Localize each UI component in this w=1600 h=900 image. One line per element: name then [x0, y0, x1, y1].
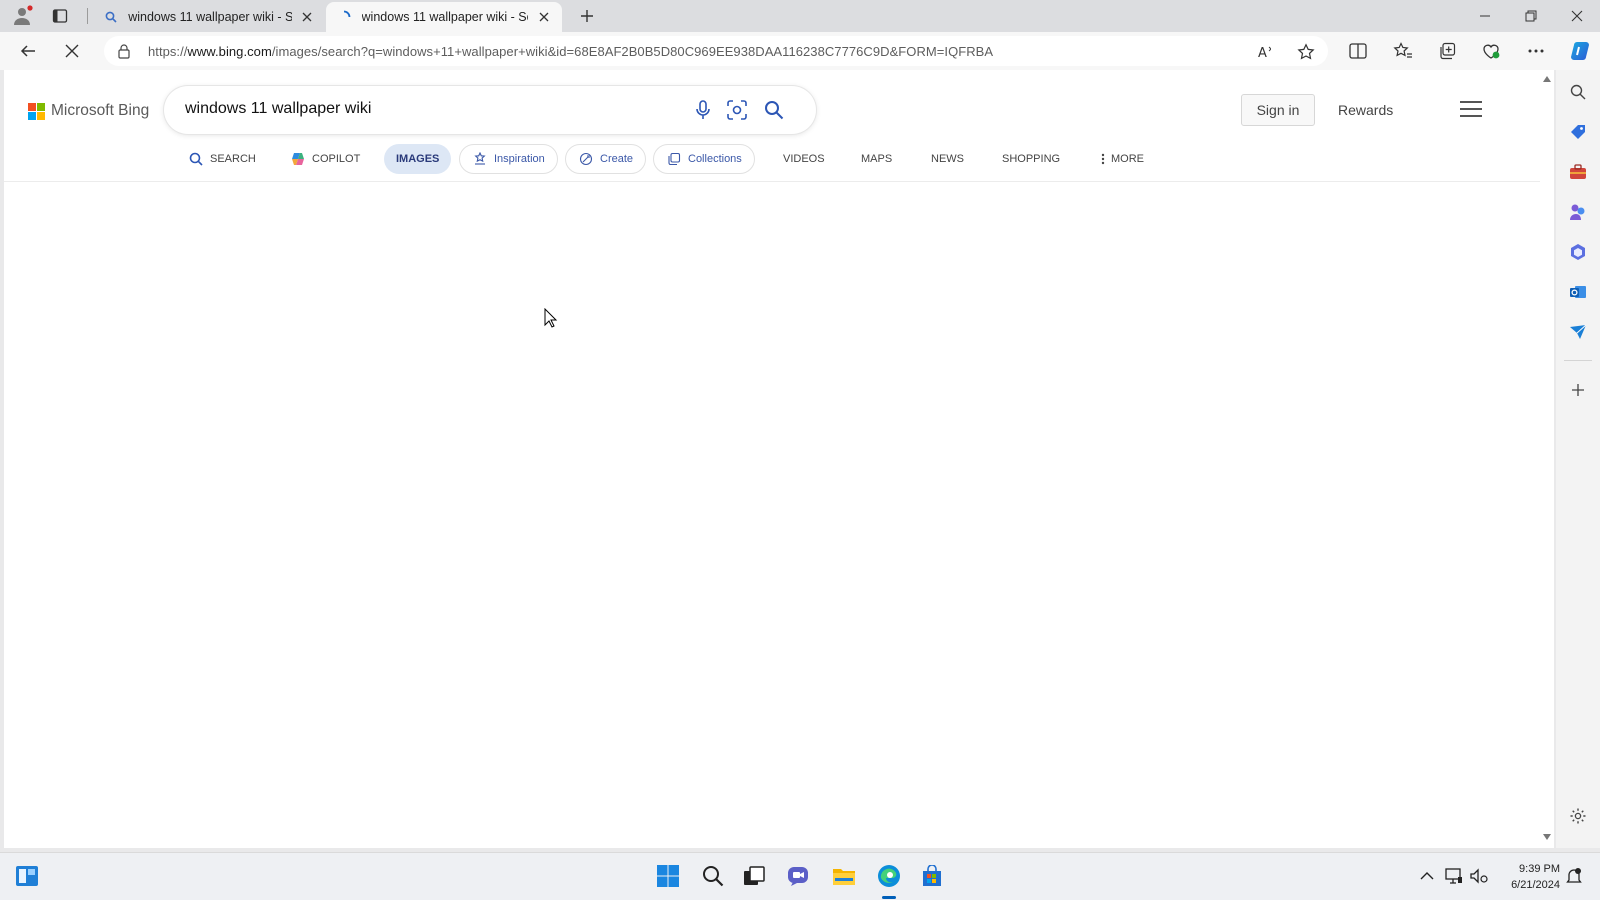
shopping-tag-icon[interactable]: [1568, 122, 1588, 142]
lock-icon[interactable]: [116, 43, 132, 59]
add-sidebar-app-icon[interactable]: [1568, 380, 1588, 400]
sidebar-search-icon[interactable]: [1568, 82, 1588, 102]
address-bar[interactable]: https://www.bing.com/images/search?q=win…: [104, 36, 1328, 66]
windows-taskbar: 9:39 PM 6/21/2024: [0, 852, 1600, 900]
taskbar-search-icon[interactable]: [700, 863, 726, 889]
nav-copilot[interactable]: COPILOT: [290, 144, 360, 174]
nav-inspiration[interactable]: Inspiration: [459, 144, 558, 174]
games-icon[interactable]: [1568, 202, 1588, 222]
browser-essentials-icon[interactable]: [1481, 41, 1501, 61]
close-tab-icon[interactable]: [300, 9, 315, 25]
profile-icon[interactable]: [10, 4, 34, 28]
bing-search-icon: [103, 9, 118, 25]
inspiration-icon: [472, 151, 488, 167]
start-windows-icon[interactable]: [655, 863, 681, 889]
bing-logo-text: Microsoft Bing: [51, 102, 150, 119]
hamburger-menu-icon[interactable]: [1460, 101, 1482, 119]
nav-news[interactable]: NEWS: [931, 144, 964, 174]
task-view-icon[interactable]: [741, 863, 767, 889]
svg-text:A: A: [1258, 46, 1267, 60]
sidebar-divider: [1564, 360, 1592, 361]
more-menu-icon[interactable]: [1526, 41, 1546, 61]
tab-separator: [87, 8, 88, 24]
bing-page: Microsoft Bing windows 11 wallpaper wiki…: [4, 70, 1554, 848]
url-text[interactable]: https://www.bing.com/images/search?q=win…: [148, 44, 993, 59]
restore-button[interactable]: [1508, 0, 1554, 32]
create-icon: [578, 151, 594, 167]
scroll-down-icon[interactable]: [1543, 834, 1551, 840]
bing-scope-bar: SEARCH COPILOT IMAGES Inspiration Create…: [4, 140, 1554, 182]
close-window-button[interactable]: [1554, 0, 1600, 32]
sound-icon[interactable]: [1470, 867, 1488, 885]
clock-time: 9:39 PM: [1519, 863, 1560, 875]
microsoft-365-icon[interactable]: [1568, 242, 1588, 262]
tools-toolbox-icon[interactable]: [1568, 162, 1588, 182]
search-icon: [188, 151, 204, 167]
nav-shopping[interactable]: SHOPPING: [1002, 144, 1060, 174]
tab-inactive[interactable]: windows 11 wallpaper wiki - Search: [93, 2, 325, 32]
nav-maps[interactable]: MAPS: [861, 144, 892, 174]
nav-videos[interactable]: VIDEOS: [783, 144, 825, 174]
drop-send-icon[interactable]: [1568, 322, 1588, 342]
edge-sidebar: [1556, 70, 1600, 848]
tab-title: windows 11 wallpaper wiki - Search: [128, 10, 292, 24]
search-box[interactable]: windows 11 wallpaper wiki: [164, 86, 816, 134]
back-button[interactable]: [14, 37, 42, 65]
title-bar: windows 11 wallpaper wiki - Search windo…: [0, 0, 1600, 32]
teams-chat-icon[interactable]: [786, 863, 812, 889]
visual-search-icon[interactable]: [726, 99, 748, 121]
nav-create[interactable]: Create: [565, 144, 647, 174]
sidebar-settings-gear-icon[interactable]: [1568, 806, 1588, 826]
copilot-nav-icon: [290, 151, 306, 167]
nav-images[interactable]: IMAGES: [384, 144, 452, 174]
minimize-button[interactable]: [1462, 0, 1508, 32]
loading-spinner-icon: [336, 9, 352, 25]
page-scrollbar[interactable]: [1540, 70, 1554, 848]
split-screen-icon[interactable]: [1348, 41, 1368, 61]
close-tab-icon[interactable]: [536, 9, 552, 25]
more-vertical-icon: [1099, 151, 1107, 167]
search-input[interactable]: windows 11 wallpaper wiki: [185, 100, 371, 118]
collections-icon[interactable]: [1437, 41, 1457, 61]
system-clock[interactable]: 9:39 PM 6/21/2024: [1492, 861, 1560, 893]
sign-in-button[interactable]: Sign in: [1241, 94, 1315, 126]
show-hidden-icons-chevron-icon[interactable]: [1418, 867, 1436, 885]
tab-title: windows 11 wallpaper wiki - Search: [361, 10, 529, 24]
copilot-icon[interactable]: [1568, 39, 1592, 63]
notifications-bell-icon[interactable]: [1565, 867, 1583, 885]
bing-logo[interactable]: Microsoft Bing: [28, 102, 149, 120]
scroll-up-icon[interactable]: [1543, 76, 1551, 82]
tab-active[interactable]: windows 11 wallpaper wiki - Search: [326, 2, 562, 32]
tab-actions-icon[interactable]: [48, 4, 72, 28]
microsoft-logo-icon: [28, 102, 45, 120]
file-explorer-icon[interactable]: [831, 863, 857, 889]
collections-nav-icon: [666, 151, 682, 167]
outlook-icon[interactable]: [1568, 282, 1588, 302]
read-aloud-icon[interactable]: A: [1258, 43, 1276, 61]
nav-more[interactable]: MORE: [1099, 144, 1144, 174]
favorite-star-icon[interactable]: [1297, 43, 1315, 61]
network-display-icon[interactable]: [1445, 867, 1463, 885]
active-app-indicator: [882, 896, 896, 899]
clock-date: 6/21/2024: [1511, 879, 1560, 891]
widgets-icon[interactable]: [14, 863, 40, 889]
mouse-cursor-icon: [544, 308, 558, 328]
nav-search[interactable]: SEARCH: [188, 144, 256, 174]
favorites-icon[interactable]: [1393, 41, 1413, 61]
edge-browser-icon[interactable]: [876, 863, 902, 889]
nav-collections[interactable]: Collections: [653, 144, 755, 174]
microphone-icon[interactable]: [692, 99, 714, 121]
new-tab-button[interactable]: [575, 4, 599, 28]
microsoft-store-icon[interactable]: [919, 863, 945, 889]
rewards-link[interactable]: Rewards: [1338, 102, 1393, 118]
stop-loading-button[interactable]: [58, 37, 86, 65]
search-submit-icon[interactable]: [763, 99, 785, 121]
browser-toolbar: https://www.bing.com/images/search?q=win…: [0, 32, 1600, 70]
